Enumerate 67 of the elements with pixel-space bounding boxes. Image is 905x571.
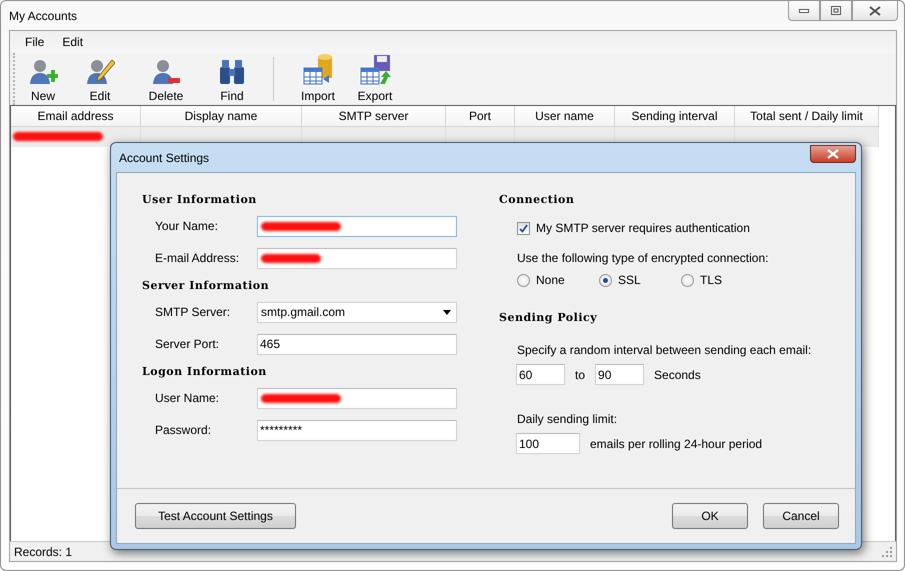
resize-grip-icon bbox=[882, 546, 892, 556]
radio-button[interactable] bbox=[681, 274, 694, 286]
column-header[interactable]: Display name bbox=[141, 106, 302, 127]
caret-icon bbox=[443, 310, 451, 314]
option-label: Specify a random interval between sending each email: bbox=[517, 343, 812, 357]
section-heading: User Information bbox=[142, 193, 258, 208]
radio-button[interactable] bbox=[517, 274, 530, 286]
toolbar-button[interactable]: New bbox=[19, 53, 67, 105]
maximize-button[interactable] bbox=[820, 1, 852, 21]
section-heading: Sending Policy bbox=[499, 311, 598, 326]
field-label: Password: bbox=[155, 423, 212, 437]
field-label: Your Name: bbox=[155, 219, 219, 233]
radio-label: SSL bbox=[618, 273, 641, 287]
user-pencil-icon bbox=[85, 57, 115, 87]
section-heading: Connection bbox=[499, 193, 576, 208]
unit-label: emails per rolling 24-hour period bbox=[590, 436, 762, 450]
number-field[interactable]: 60 bbox=[516, 364, 565, 385]
toolbar-button[interactable]: Edit bbox=[67, 53, 133, 105]
dropdown[interactable]: smtp.gmail.com bbox=[257, 302, 457, 322]
option-label: Daily sending limit: bbox=[517, 412, 618, 426]
column-header[interactable]: Email address bbox=[11, 106, 141, 127]
dialog-title: Account Settings bbox=[119, 150, 210, 164]
close-icon bbox=[869, 6, 881, 16]
user-plus-icon bbox=[28, 57, 58, 87]
range-label: to bbox=[575, 368, 586, 382]
cancel-button[interactable]: Cancel bbox=[763, 503, 839, 529]
column-header[interactable]: Port bbox=[446, 106, 515, 127]
number-field[interactable]: 90 bbox=[595, 364, 644, 385]
radio-label: TLS bbox=[700, 273, 722, 287]
toolbar-button[interactable]: Delete bbox=[133, 53, 199, 105]
field-label: E-mail Address: bbox=[155, 251, 240, 265]
column-header[interactable]: Total sent / Daily limit bbox=[735, 106, 879, 127]
text-field[interactable]: 465 bbox=[257, 334, 457, 354]
close-button[interactable] bbox=[810, 144, 856, 162]
toolbar-button[interactable]: Import bbox=[294, 53, 342, 105]
unit-label: Seconds bbox=[654, 368, 701, 382]
column-header[interactable]: Sending interval bbox=[615, 106, 735, 127]
field-label: SMTP Server: bbox=[155, 305, 232, 319]
check-icon bbox=[519, 224, 528, 232]
checkbox[interactable] bbox=[517, 222, 530, 234]
status-text: Records: 1 bbox=[14, 544, 72, 558]
minimize-icon bbox=[799, 8, 809, 12]
option-label: Use the following type of encrypted connection: bbox=[517, 251, 770, 265]
column-header[interactable]: SMTP server bbox=[302, 106, 446, 127]
checkbox-label: My SMTP server requires authentication bbox=[536, 221, 750, 235]
radio-button[interactable] bbox=[599, 274, 612, 286]
number-field[interactable]: 100 bbox=[516, 433, 580, 454]
radio-label: None bbox=[536, 273, 565, 287]
section-heading: Logon Information bbox=[142, 365, 268, 380]
field-label: User Name: bbox=[155, 391, 220, 405]
close-icon bbox=[827, 148, 839, 158]
ok-button[interactable]: OK bbox=[672, 503, 748, 529]
section-heading: Server Information bbox=[142, 279, 270, 294]
binoculars-icon bbox=[217, 57, 247, 87]
field-label: Server Port: bbox=[155, 337, 220, 351]
close-button[interactable] bbox=[852, 1, 898, 21]
user-minus-icon bbox=[151, 57, 181, 87]
toolbar-button[interactable]: Export bbox=[342, 53, 408, 105]
maximize-icon bbox=[831, 6, 841, 15]
menu-item[interactable]: File bbox=[16, 35, 54, 49]
toolbar-button[interactable]: Find bbox=[199, 53, 265, 105]
window-title: My Accounts bbox=[9, 8, 78, 22]
text-field[interactable]: ********* bbox=[257, 420, 457, 440]
menu-item[interactable]: Edit bbox=[53, 35, 92, 49]
minimize-button[interactable] bbox=[788, 1, 820, 21]
test-settings-button[interactable]: Test Account Settings bbox=[135, 503, 296, 529]
column-header[interactable]: User name bbox=[515, 106, 615, 127]
